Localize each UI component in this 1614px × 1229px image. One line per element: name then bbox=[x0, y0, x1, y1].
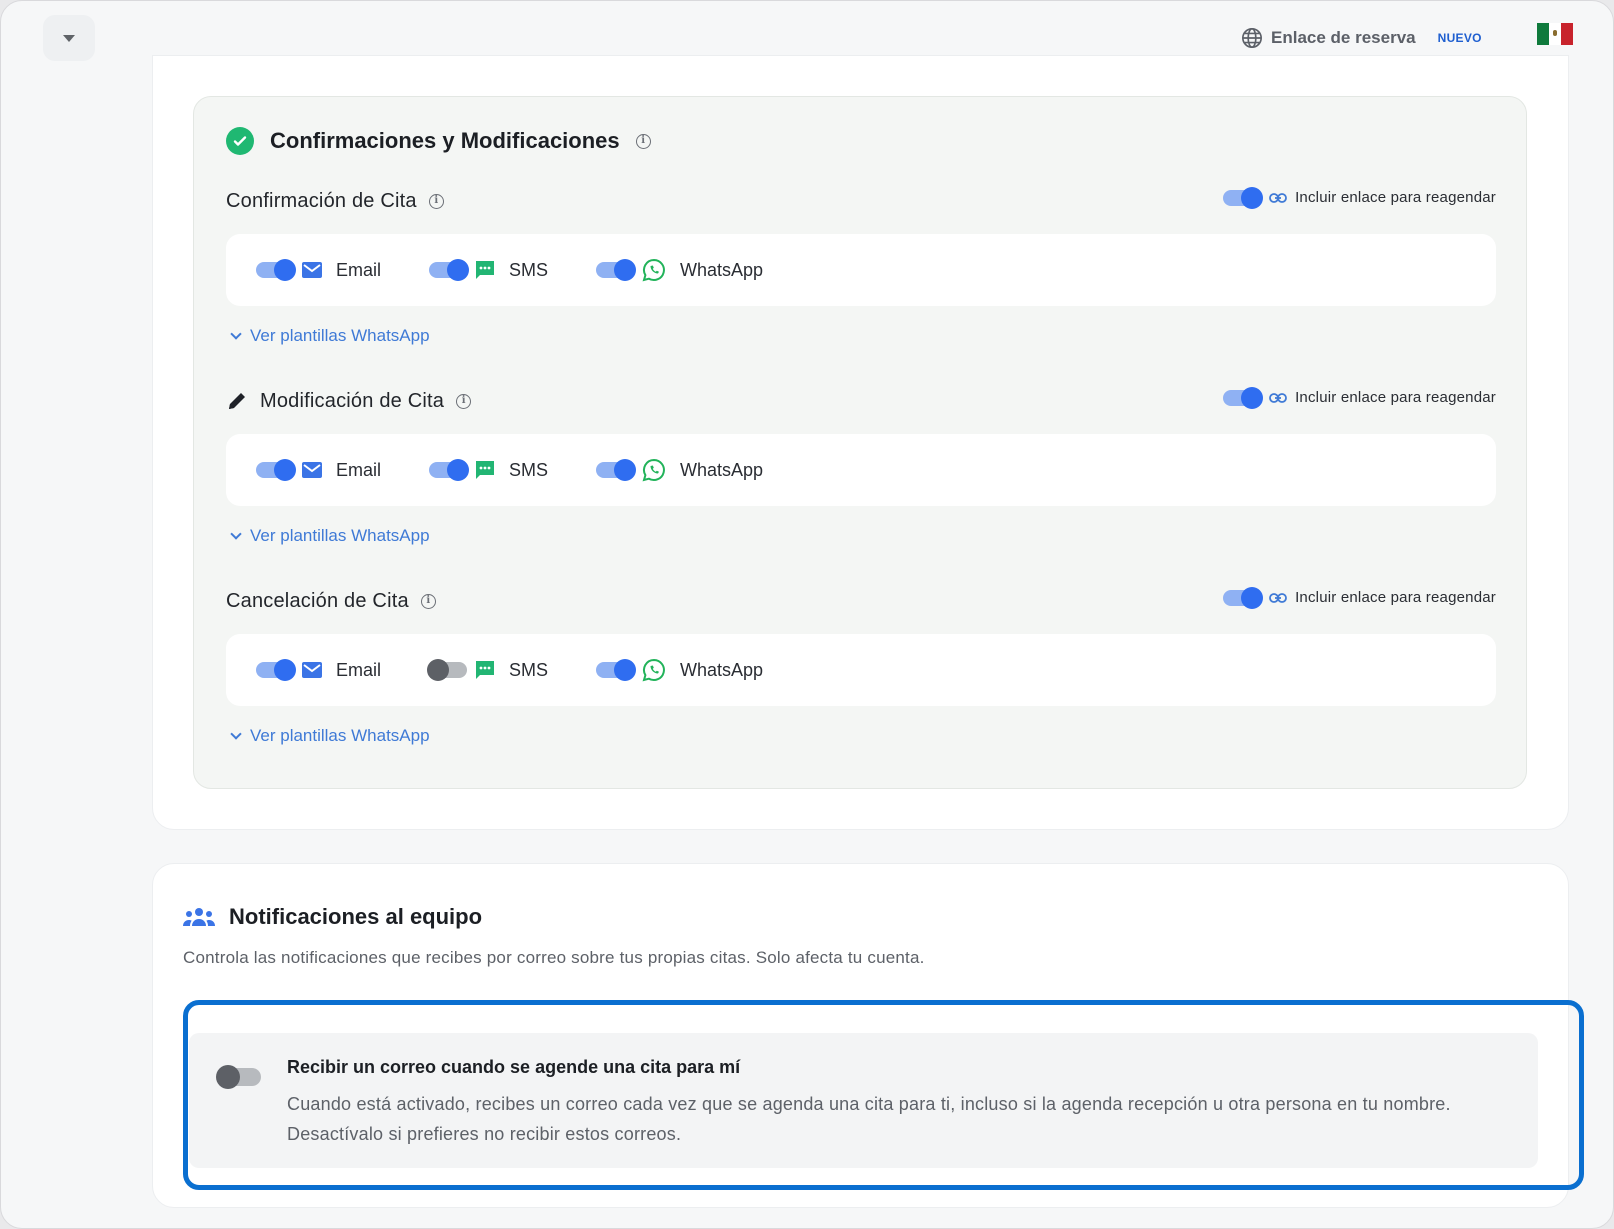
card-title: Confirmaciones y Modificaciones bbox=[270, 128, 620, 153]
templates-link-label: Ver plantillas WhatsApp bbox=[250, 726, 430, 745]
section-header: Confirmación de Cita i Incluir enlace pa… bbox=[226, 186, 1496, 216]
chevron-down-icon bbox=[230, 528, 242, 540]
channel-email: Email bbox=[256, 459, 382, 481]
chevron-down-icon bbox=[230, 328, 242, 340]
section-confirmation: Confirmación de Cita i Incluir enlace pa… bbox=[226, 186, 1496, 345]
section-title: Cancelación de Cita bbox=[226, 589, 409, 612]
templates-link-label: Ver plantillas WhatsApp bbox=[250, 326, 430, 345]
channel-whatsapp: WhatsApp bbox=[596, 258, 763, 282]
view-templates-link[interactable]: Ver plantillas WhatsApp bbox=[230, 326, 430, 346]
link-icon bbox=[1269, 192, 1287, 203]
check-circle-icon bbox=[226, 127, 254, 155]
info-icon[interactable]: i bbox=[420, 593, 436, 609]
whatsapp-icon bbox=[642, 658, 665, 682]
whatsapp-toggle[interactable] bbox=[596, 659, 637, 681]
info-icon[interactable]: i bbox=[635, 133, 651, 149]
channel-whatsapp: WhatsApp bbox=[596, 658, 763, 682]
mail-icon bbox=[302, 662, 322, 678]
booking-link-label: Enlace de reserva bbox=[1271, 28, 1416, 47]
email-toggle[interactable] bbox=[256, 659, 296, 681]
reschedule-toggle[interactable] bbox=[1223, 186, 1264, 209]
confirmations-panel: Confirmaciones y Modificaciones i Confir… bbox=[152, 55, 1569, 830]
reschedule-toggle-group: Incluir enlace para reagendar bbox=[1223, 386, 1496, 409]
reschedule-label: Incluir enlace para reagendar bbox=[1295, 189, 1496, 206]
channel-label: Email bbox=[336, 659, 382, 680]
group-icon bbox=[183, 908, 215, 926]
section-modification: Modificación de Cita i Incluir enlace pa… bbox=[226, 386, 1496, 545]
team-header: Notificaciones al equipo bbox=[183, 904, 482, 930]
section-title: Confirmación de Cita bbox=[226, 189, 417, 212]
section-header: Modificación de Cita i Incluir enlace pa… bbox=[226, 386, 1496, 416]
mail-icon bbox=[302, 262, 322, 278]
channel-label: WhatsApp bbox=[680, 459, 764, 480]
reschedule-toggle-group: Incluir enlace para reagendar bbox=[1223, 586, 1496, 609]
team-description: Controla las notificaciones que recibes … bbox=[183, 948, 925, 967]
self-booking-email-toggle[interactable] bbox=[216, 1065, 261, 1089]
link-icon bbox=[1269, 592, 1287, 603]
channel-label: SMS bbox=[509, 659, 549, 680]
globe-icon bbox=[1242, 28, 1262, 48]
menu-dropdown-button[interactable] bbox=[43, 15, 95, 61]
option-title: Recibir un correo cuando se agende una c… bbox=[287, 1057, 741, 1077]
channel-label: WhatsApp bbox=[680, 659, 764, 680]
card-header: Confirmaciones y Modificaciones i bbox=[226, 127, 651, 155]
channel-sms: SMS bbox=[429, 259, 549, 281]
new-badge: NUEVO bbox=[1437, 31, 1482, 45]
mail-icon bbox=[302, 462, 322, 478]
option-description-line: Cuando está activado, recibes un correo … bbox=[287, 1094, 1451, 1114]
reschedule-label: Incluir enlace para reagendar bbox=[1295, 589, 1496, 606]
pencil-icon bbox=[229, 393, 245, 409]
mexico-flag-icon[interactable] bbox=[1537, 23, 1573, 45]
reschedule-toggle[interactable] bbox=[1223, 386, 1264, 409]
option-description-line: Desactívalo si prefieres no recibir esto… bbox=[287, 1124, 682, 1144]
channel-email: Email bbox=[256, 259, 382, 281]
reschedule-toggle[interactable] bbox=[1223, 586, 1264, 609]
section-cancellation: Cancelación de Cita i Incluir enlace par… bbox=[226, 586, 1496, 745]
team-title: Notificaciones al equipo bbox=[229, 904, 483, 929]
reschedule-toggle-group: Incluir enlace para reagendar bbox=[1223, 186, 1496, 209]
info-icon[interactable]: i bbox=[456, 393, 472, 409]
whatsapp-toggle[interactable] bbox=[596, 259, 637, 281]
channels-row: Email SMS WhatsApp bbox=[226, 434, 1496, 506]
channel-label: Email bbox=[336, 259, 382, 280]
channel-sms: SMS bbox=[429, 459, 549, 481]
section-header: Cancelación de Cita i Incluir enlace par… bbox=[226, 586, 1496, 616]
sms-toggle[interactable] bbox=[429, 259, 470, 281]
sms-icon bbox=[476, 661, 495, 679]
channels-row: Email SMS WhatsApp bbox=[226, 634, 1496, 706]
confirmations-card: Confirmaciones y Modificaciones i Confir… bbox=[193, 96, 1527, 789]
templates-link-label: Ver plantillas WhatsApp bbox=[250, 526, 430, 545]
whatsapp-toggle[interactable] bbox=[596, 459, 637, 481]
option-description: Cuando está activado, recibes un correo … bbox=[287, 1089, 1517, 1149]
channel-email: Email bbox=[256, 659, 382, 681]
sms-toggle[interactable] bbox=[427, 659, 468, 681]
email-toggle[interactable] bbox=[256, 259, 296, 281]
sms-icon bbox=[476, 461, 495, 479]
channel-label: WhatsApp bbox=[680, 259, 764, 280]
caret-down-icon bbox=[63, 34, 75, 42]
app-window: Enlace de reserva NUEVO Confirmaciones y… bbox=[0, 0, 1614, 1229]
sms-toggle[interactable] bbox=[429, 459, 470, 481]
email-self-booking-option: Recibir un correo cuando se agende una c… bbox=[189, 1033, 1538, 1168]
sms-icon bbox=[476, 261, 495, 279]
info-icon[interactable]: i bbox=[428, 193, 444, 209]
whatsapp-icon bbox=[642, 258, 665, 282]
channel-whatsapp: WhatsApp bbox=[596, 458, 763, 482]
view-templates-link[interactable]: Ver plantillas WhatsApp bbox=[230, 726, 430, 746]
channel-sms: SMS bbox=[427, 659, 549, 681]
chevron-down-icon bbox=[230, 728, 242, 740]
whatsapp-icon bbox=[642, 458, 665, 482]
email-toggle[interactable] bbox=[256, 459, 296, 481]
link-icon bbox=[1269, 392, 1287, 403]
channels-row: Email SMS WhatsApp bbox=[226, 234, 1496, 306]
channel-label: SMS bbox=[509, 459, 549, 480]
channel-label: SMS bbox=[509, 259, 549, 280]
section-title: Modificación de Cita bbox=[260, 389, 445, 412]
view-templates-link[interactable]: Ver plantillas WhatsApp bbox=[230, 526, 430, 546]
channel-label: Email bbox=[336, 459, 382, 480]
reschedule-label: Incluir enlace para reagendar bbox=[1295, 389, 1496, 406]
